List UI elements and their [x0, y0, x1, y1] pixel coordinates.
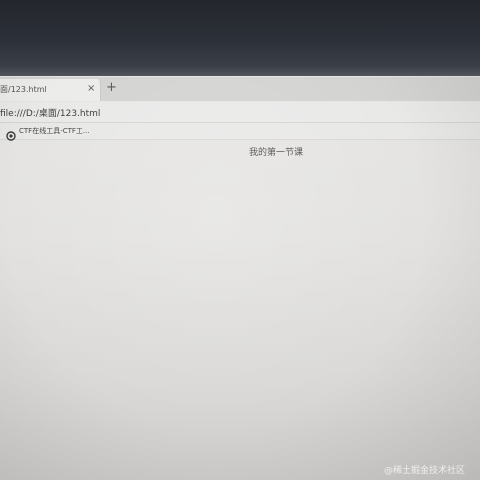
- bookmarks-bar: CTF在线工具-CTF工...: [0, 123, 480, 141]
- watermark: @稀土掘金技术社区: [384, 466, 466, 476]
- tab-title: 面/123.html: [0, 85, 47, 94]
- address-bar[interactable]: file:///D:/桌面/123.html: [0, 102, 480, 123]
- tab-strip: 面/123.html × +: [0, 77, 480, 101]
- bookmark-favicon-icon: [6, 126, 16, 141]
- monitor-bezel: [0, 0, 480, 78]
- new-tab-icon[interactable]: +: [106, 80, 117, 96]
- bookmark-item-ctf-tools[interactable]: CTF在线工具-CTF工...: [19, 126, 90, 136]
- tab-active[interactable]: 面/123.html ×: [0, 79, 101, 101]
- close-icon[interactable]: ×: [87, 82, 95, 96]
- url-text[interactable]: file:///D:/桌面/123.html: [0, 106, 100, 119]
- page-heading: 我的第一节课: [249, 148, 304, 158]
